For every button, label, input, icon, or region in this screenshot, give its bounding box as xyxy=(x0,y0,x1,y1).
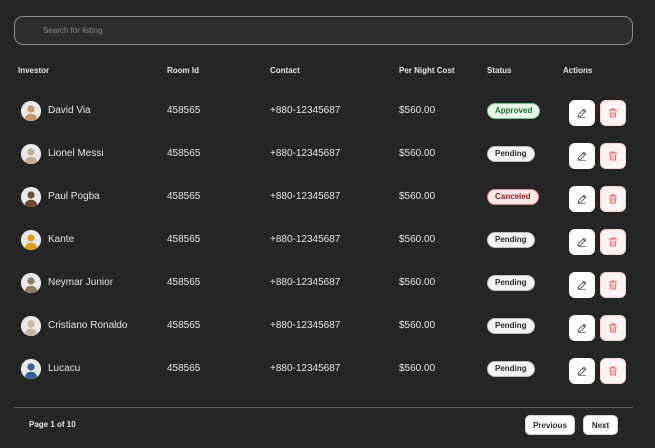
status-badge: Pending xyxy=(487,275,535,291)
edit-button[interactable] xyxy=(569,315,595,341)
delete-button[interactable] xyxy=(600,315,626,341)
next-button[interactable]: Next xyxy=(583,415,618,435)
status-badge: Pending xyxy=(487,232,535,248)
trash-icon xyxy=(607,236,619,248)
header-room-id: Room Id xyxy=(167,66,199,75)
pencil-icon xyxy=(576,150,588,162)
room-id: 458565 xyxy=(167,277,201,288)
investor-name: Lucacu xyxy=(48,363,81,374)
search-input[interactable] xyxy=(15,17,632,44)
avatar xyxy=(21,316,41,336)
delete-button[interactable] xyxy=(600,358,626,384)
investor-name: Kante xyxy=(48,234,75,245)
investor-name: Cristiano Ronaldo xyxy=(48,320,128,331)
trash-icon xyxy=(607,279,619,291)
room-id: 458565 xyxy=(167,234,201,245)
table-row: Paul Pogba 458565 +880-12345687 $560.00 Canc… xyxy=(0,176,655,219)
previous-button[interactable]: Previous xyxy=(525,415,575,435)
room-id: 458565 xyxy=(167,148,201,159)
status-badge: Pending xyxy=(487,146,535,162)
edit-button[interactable] xyxy=(569,100,595,126)
room-id: 458565 xyxy=(167,320,201,331)
contact-number: +880-12345687 xyxy=(270,277,341,288)
contact-number: +880-12345687 xyxy=(270,234,341,245)
status-badge: Canceled xyxy=(487,189,539,205)
trash-icon xyxy=(607,107,619,119)
per-night-cost: $560.00 xyxy=(399,148,436,159)
avatar xyxy=(21,273,41,293)
delete-button[interactable] xyxy=(600,229,626,255)
room-id: 458565 xyxy=(167,191,201,202)
investor-listing-page: Investor Room Id Contact Per Night Cost … xyxy=(0,0,655,448)
edit-button[interactable] xyxy=(569,272,595,298)
delete-button[interactable] xyxy=(600,143,626,169)
per-night-cost: $560.00 xyxy=(399,320,436,331)
pencil-icon xyxy=(576,322,588,334)
trash-icon xyxy=(607,322,619,334)
pencil-icon xyxy=(576,279,588,291)
investor-name: Lionel Messi xyxy=(48,148,104,159)
per-night-cost: $560.00 xyxy=(399,234,436,245)
avatar xyxy=(21,230,41,250)
contact-number: +880-12345687 xyxy=(270,320,341,331)
status-badge: Approved xyxy=(487,103,541,119)
per-night-cost: $560.00 xyxy=(399,363,436,374)
investor-name: Neymar Junior xyxy=(48,277,114,288)
header-contact: Contact xyxy=(270,66,300,75)
edit-button[interactable] xyxy=(569,229,595,255)
delete-button[interactable] xyxy=(600,186,626,212)
delete-button[interactable] xyxy=(600,100,626,126)
table-row: Lucacu 458565 +880-12345687 $560.00 Pending xyxy=(0,348,655,391)
avatar xyxy=(21,144,41,164)
header-investor: Investor xyxy=(18,66,50,75)
per-night-cost: $560.00 xyxy=(399,277,436,288)
table-row: Kante 458565 +880-12345687 $560.00 Pending xyxy=(0,219,655,262)
pencil-icon xyxy=(576,193,588,205)
trash-icon xyxy=(607,365,619,377)
room-id: 458565 xyxy=(167,105,201,116)
status-badge: Pending xyxy=(487,361,535,377)
header-status: Status xyxy=(487,66,512,75)
room-id: 458565 xyxy=(167,363,201,374)
per-night-cost: $560.00 xyxy=(399,105,436,116)
contact-number: +880-12345687 xyxy=(270,191,341,202)
pencil-icon xyxy=(576,107,588,119)
table-row: Cristiano Ronaldo 458565 +880-12345687 $560… xyxy=(0,305,655,348)
page-info: Page 1 of 10 xyxy=(29,420,76,429)
search-bar[interactable] xyxy=(14,16,633,45)
avatar xyxy=(21,187,41,207)
investor-name: Paul Pogba xyxy=(48,191,100,202)
header-per-night-cost: Per Night Cost xyxy=(399,66,455,75)
pencil-icon xyxy=(576,365,588,377)
table-row: Lionel Messi 458565 +880-12345687 $560.00 Pe… xyxy=(0,133,655,176)
table-row: Neymar Junior 458565 +880-12345687 $560.00 P… xyxy=(0,262,655,305)
header-actions: Actions xyxy=(563,66,593,75)
investor-name: David Via xyxy=(48,105,91,116)
contact-number: +880-12345687 xyxy=(270,105,341,116)
edit-button[interactable] xyxy=(569,186,595,212)
avatar xyxy=(21,359,41,379)
table-footer-divider xyxy=(14,407,633,408)
trash-icon xyxy=(607,193,619,205)
edit-button[interactable] xyxy=(569,143,595,169)
avatar xyxy=(21,101,41,121)
contact-number: +880-12345687 xyxy=(270,363,341,374)
trash-icon xyxy=(607,150,619,162)
edit-button[interactable] xyxy=(569,358,595,384)
pencil-icon xyxy=(576,236,588,248)
delete-button[interactable] xyxy=(600,272,626,298)
table-header: Investor Room Id Contact Per Night Cost … xyxy=(0,66,655,80)
table-row: David Via 458565 +880-12345687 $560.00 Appro… xyxy=(0,90,655,133)
status-badge: Pending xyxy=(487,318,535,334)
contact-number: +880-12345687 xyxy=(270,148,341,159)
per-night-cost: $560.00 xyxy=(399,191,436,202)
